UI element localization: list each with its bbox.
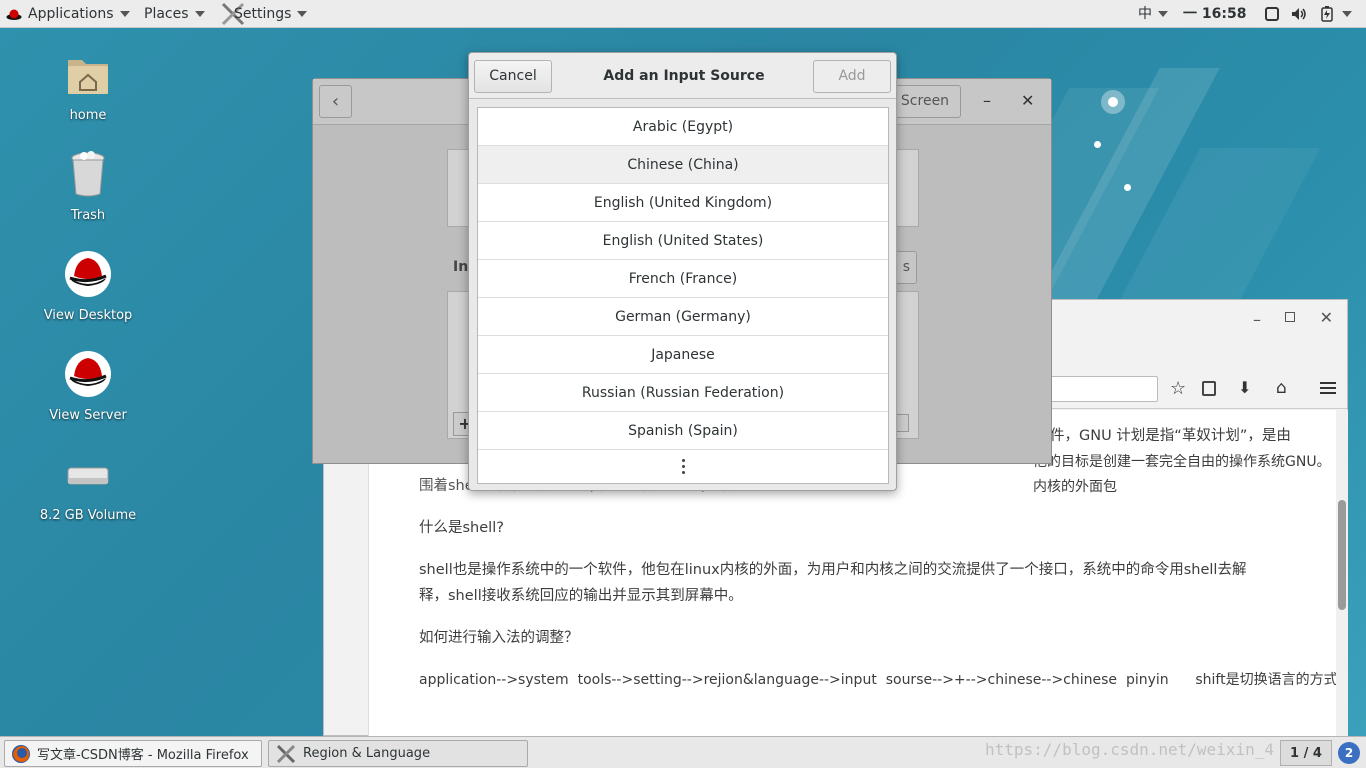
close-icon[interactable]: ✕ — [1021, 91, 1034, 110]
cancel-button[interactable]: Cancel — [474, 60, 552, 93]
redhat-icon — [65, 251, 111, 297]
article-text: 的软件，GNU 计划是指“革奴计划”，是由 — [1021, 428, 1291, 444]
desktop-icon-label: View Server — [49, 408, 127, 423]
add-input-source-dialog: Cancel Add an Input Source Add Arabic (E… — [468, 52, 897, 491]
watermark: https://blog.csdn.net/weixin_4 — [985, 740, 1274, 759]
chevron-down-icon — [1342, 11, 1352, 17]
wallpaper-dot — [1108, 97, 1118, 107]
list-item-japanese[interactable]: Japanese — [478, 336, 888, 374]
scrollbar[interactable] — [1336, 410, 1348, 736]
display-icon[interactable] — [1265, 0, 1279, 28]
chevron-down-icon — [119, 11, 130, 17]
desktop-icon-home[interactable]: home — [23, 52, 153, 123]
back-button[interactable]: ‹ — [319, 85, 352, 118]
tools-icon — [276, 744, 296, 763]
minimize-icon[interactable]: – — [1253, 310, 1261, 329]
redhat-icon — [65, 351, 111, 397]
home-folder-icon — [68, 60, 108, 94]
menu-icon[interactable] — [1320, 382, 1336, 394]
drive-icon — [67, 467, 109, 485]
dialog-title: Add an Input Source — [603, 68, 765, 84]
chevron-down-icon — [194, 11, 205, 17]
login-screen-button[interactable]: Screen — [889, 85, 961, 118]
list-item-russian[interactable]: Russian (Russian Federation) — [478, 374, 888, 412]
list-item-spanish[interactable]: Spanish (Spain) — [478, 412, 888, 450]
task-firefox[interactable]: 写文章-CSDN博客 - Mozilla Firefox — [4, 740, 262, 767]
screen-label: Screen — [900, 93, 950, 109]
places-menu[interactable]: Places — [144, 0, 205, 28]
wallpaper-dot — [1094, 141, 1101, 148]
applications-menu[interactable]: Applications — [6, 0, 130, 28]
task-label: Region & Language — [303, 746, 431, 761]
home-icon[interactable]: ⌂ — [1276, 378, 1287, 398]
top-panel: Applications Places Settings 中 一 16:58 — [0, 0, 1366, 28]
desktop-icon-label: Trash — [70, 208, 106, 223]
maximize-icon[interactable] — [1285, 312, 1295, 322]
input-source-list: Arabic (Egypt) Chinese (China) English (… — [477, 107, 889, 484]
desktop-icon-label: 8.2 GB Volume — [39, 508, 137, 523]
article-heading: 什么是shell? — [419, 520, 504, 536]
desktop-icon-view-desktop[interactable]: View Desktop — [23, 250, 153, 323]
list-item-french[interactable]: French (France) — [478, 260, 888, 298]
applications-label: Applications — [28, 6, 114, 22]
list-item-english-uk[interactable]: English (United Kingdom) — [478, 184, 888, 222]
desktop-icon-label: View Desktop — [43, 308, 133, 323]
input-method-indicator[interactable]: 中 — [1138, 0, 1168, 28]
notification-badge-icon[interactable]: 2 — [1338, 742, 1360, 764]
desktop-icon-label: home — [69, 108, 107, 123]
desktop-icon-volume[interactable]: 8.2 GB Volume — [23, 458, 153, 523]
clock[interactable]: 一 16:58 — [1183, 0, 1246, 28]
list-item-arabic[interactable]: Arabic (Egypt) — [478, 108, 888, 146]
list-item-german[interactable]: German (Germany) — [478, 298, 888, 336]
list-item-chinese[interactable]: Chinese (China) — [478, 146, 888, 184]
scrollbar-thumb[interactable] — [1338, 500, 1346, 610]
desktop-icon-view-server[interactable]: View Server — [23, 350, 153, 423]
settings-menu[interactable]: Settings — [220, 0, 308, 28]
article-text: application-->system tools-->setting-->r… — [419, 672, 1338, 688]
places-label: Places — [144, 6, 189, 22]
article-text: 释，shell接收系统回应的输出并显示其到屏幕中。 — [419, 588, 743, 604]
wallpaper-dot — [1124, 184, 1131, 191]
task-region-language[interactable]: Region & Language — [268, 740, 528, 767]
dialog-header: Cancel Add an Input Source Add — [469, 53, 896, 99]
download-icon[interactable]: ⬇ — [1238, 378, 1251, 397]
redhat-logo-icon — [6, 9, 22, 20]
task-label: 写文章-CSDN博客 - Mozilla Firefox — [37, 748, 249, 763]
more-options-icon[interactable] — [478, 450, 888, 482]
search-input[interactable] — [1044, 376, 1158, 402]
battery-icon[interactable] — [1321, 0, 1333, 28]
article-heading: 如何进行输入法的调整？ — [419, 630, 579, 646]
desktop-icon-trash[interactable]: Trash — [23, 150, 153, 223]
input-method-label: 中 — [1138, 6, 1152, 22]
close-icon[interactable]: ✕ — [1320, 308, 1333, 327]
options-label: s — [902, 259, 910, 275]
reading-list-icon[interactable] — [1202, 381, 1216, 396]
clock-label: 一 16:58 — [1183, 6, 1247, 22]
add-button[interactable]: Add — [813, 60, 891, 93]
minimize-icon[interactable]: – — [983, 91, 991, 110]
system-menu[interactable] — [1342, 0, 1352, 28]
volume-icon[interactable] — [1291, 0, 1307, 28]
article-text: shell也是操作系统中的一个软件，他包在linux内核的外面，为用户和内核之间… — [419, 562, 1247, 578]
chevron-down-icon — [1158, 11, 1168, 17]
workspace-pager[interactable]: 1 / 4 — [1280, 740, 1332, 766]
firefox-icon — [12, 744, 30, 763]
trash-icon — [71, 151, 105, 197]
bookmark-star-icon[interactable]: ☆ — [1170, 378, 1186, 399]
list-item-english-us[interactable]: English (United States) — [478, 222, 888, 260]
settings-label: Settings — [234, 6, 292, 22]
chevron-down-icon — [297, 11, 308, 17]
